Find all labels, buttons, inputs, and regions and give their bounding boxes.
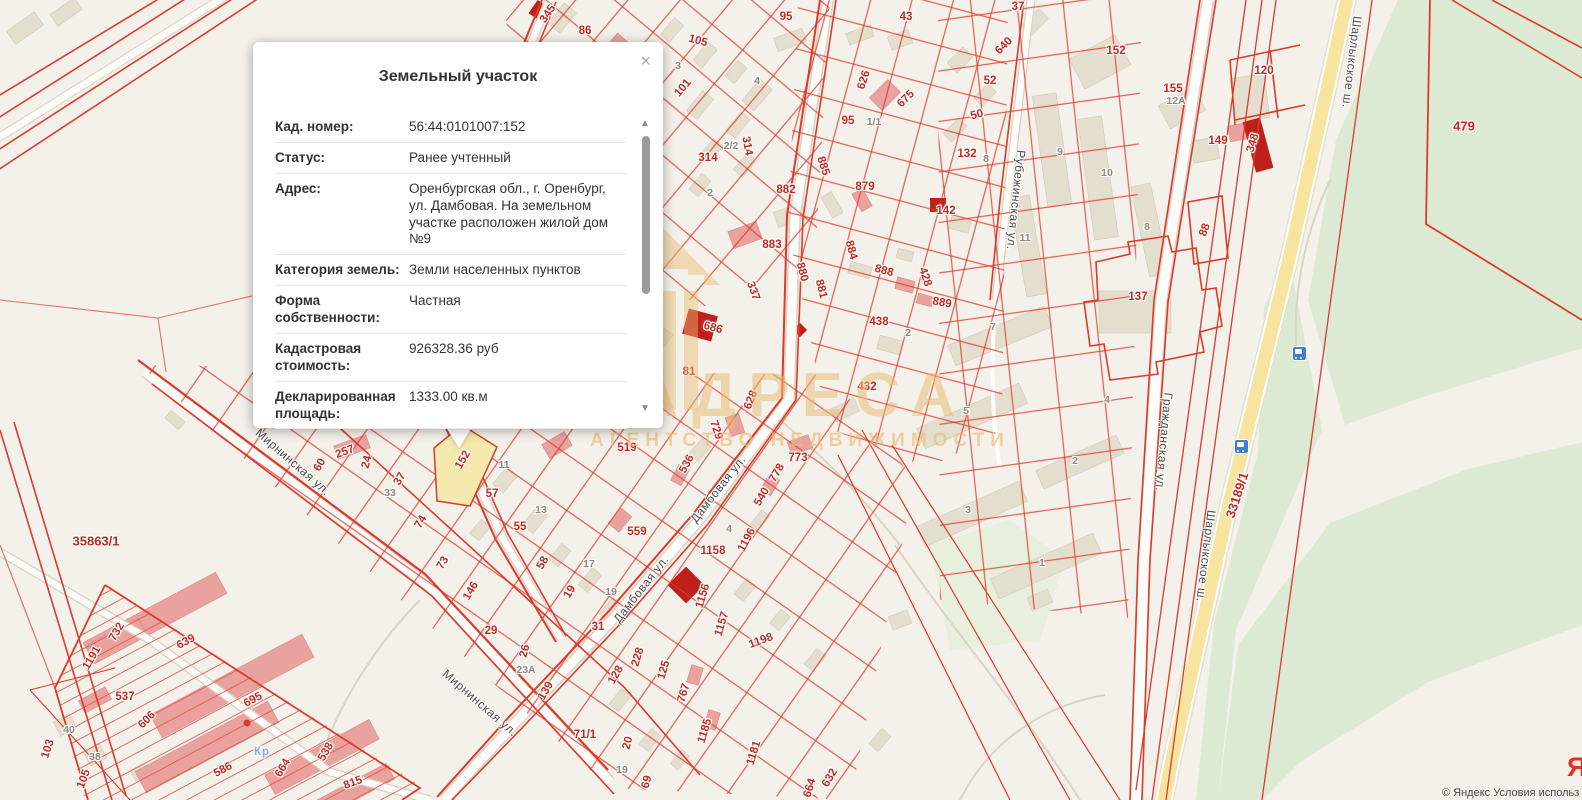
field-label: Кад. номер: — [275, 119, 409, 136]
field-label: Форма собственности: — [275, 293, 409, 327]
close-icon[interactable]: × — [640, 52, 651, 70]
field-label: Кадастровая стоимость: — [275, 341, 409, 375]
field-label: Адрес: — [275, 181, 409, 249]
popup-field-row: Кад. номер: 56:44:0101007:152 — [275, 112, 627, 143]
field-value: Оренбургская обл., г. Оренбург, ул. Дамб… — [409, 181, 627, 249]
parcel-info-popup: × Земельный участок Кад. номер: 56:44:01… — [253, 42, 663, 428]
popup-title: Земельный участок — [253, 68, 663, 86]
field-value: 1333.00 кв.м — [409, 389, 627, 423]
map-linework — [0, 0, 1582, 800]
bus-stop-icon[interactable] — [1234, 439, 1249, 454]
field-value: 56:44:0101007:152 — [409, 119, 627, 136]
bus-stop-icon[interactable] — [1292, 346, 1307, 361]
field-label: Статус: — [275, 150, 409, 167]
popup-field-row: Адрес: Оренбургская обл., г. Оренбург, у… — [275, 174, 627, 256]
field-value: Земли населенных пунктов — [409, 262, 627, 279]
field-label: Категория земель: — [275, 262, 409, 279]
popup-field-row: Форма собственности: Частная — [275, 286, 627, 334]
popup-field-row: Категория земель: Земли населенных пункт… — [275, 255, 627, 286]
popup-scrollbar[interactable]: ▲ ▼ — [639, 118, 653, 414]
popup-field-row: Декларированная площадь: 1333.00 кв.м — [275, 382, 627, 430]
popup-field-row: Кадастровая стоимость: 926328.36 руб — [275, 334, 627, 382]
scroll-down-icon[interactable]: ▼ — [640, 403, 650, 414]
field-value: Частная — [409, 293, 627, 327]
field-value: Ранее учтенный — [409, 150, 627, 167]
map-canvas[interactable]: 34586105310195434626675951/13142/2314288… — [0, 0, 1582, 800]
yandex-logo: Я — [1567, 752, 1582, 783]
scrollbar-thumb[interactable] — [642, 136, 650, 294]
popup-fields: Кад. номер: 56:44:0101007:152 Статус: Ра… — [275, 112, 627, 429]
field-value: 926328.36 руб — [409, 341, 627, 375]
field-label: Декларированная площадь: — [275, 389, 409, 423]
scroll-up-icon[interactable]: ▲ — [640, 118, 650, 129]
popup-field-row: Статус: Ранее учтенный — [275, 143, 627, 174]
map-attribution[interactable]: © Яндекс Условия использ — [1442, 787, 1579, 799]
